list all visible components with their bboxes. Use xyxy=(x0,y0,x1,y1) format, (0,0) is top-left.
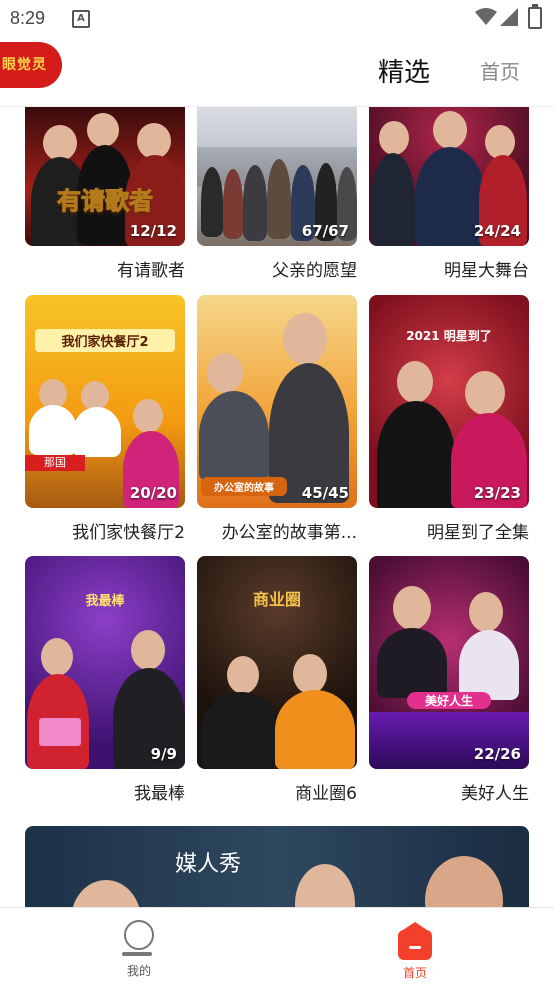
video-title: 美好人生 xyxy=(461,784,529,804)
video-title: 明星大舞台 xyxy=(444,261,529,281)
poster-art-text: 有请歌者 xyxy=(57,187,154,216)
actor-figure xyxy=(207,353,243,393)
host-figure xyxy=(397,361,433,403)
video-card[interactable]: 24/24 明星大舞台 xyxy=(369,107,529,281)
nav-item-me[interactable]: 我的 xyxy=(99,920,179,979)
host-figure xyxy=(469,592,503,632)
cast-figure xyxy=(223,169,243,239)
episode-count: 24/24 xyxy=(473,222,521,240)
nav-label-me: 我的 xyxy=(126,964,151,978)
episode-count: 67/67 xyxy=(301,222,349,240)
video-title: 商业圈6 xyxy=(295,784,357,804)
actress-figure xyxy=(283,313,327,365)
content-grid: 有请歌者 12/12 有请歌者 67/67 父亲的愿望 24/24 明星大舞台 … xyxy=(0,107,554,907)
video-title: 父亲的愿望 xyxy=(272,261,357,281)
video-card[interactable]: 我最棒 9/9 我最棒 xyxy=(25,556,185,804)
video-card[interactable]: 我们家快餐厅2 那国 20/20 我们家快餐厅2 xyxy=(25,295,185,543)
video-poster: 我们家快餐厅2 那国 20/20 xyxy=(25,295,185,508)
actor-figure xyxy=(199,391,269,481)
video-poster: 办公室的故事 45/45 xyxy=(197,295,357,508)
app-logo[interactable]: 眼觉灵 xyxy=(0,42,62,88)
host-figure xyxy=(433,111,467,149)
episode-count: 9/9 xyxy=(150,745,177,763)
video-card[interactable]: 美好人生 22/26 美好人生 xyxy=(369,556,529,804)
episode-count: 20/20 xyxy=(129,484,177,502)
host-figure xyxy=(393,586,431,630)
poster-art-text: 我最棒 xyxy=(85,594,125,609)
host-figure xyxy=(379,121,409,155)
profile-icon xyxy=(122,920,154,956)
performer-figure xyxy=(43,125,77,161)
nav-item-home[interactable]: 首页 xyxy=(375,920,455,981)
status-time: 8:29 xyxy=(10,8,46,28)
host-figure xyxy=(293,654,327,694)
poster-art-text: 商业圈 xyxy=(252,590,301,609)
host-figure xyxy=(377,628,447,698)
host-figure xyxy=(371,153,415,246)
video-poster: 24/24 xyxy=(369,107,529,246)
home-icon xyxy=(398,922,432,960)
video-poster: 美好人生 22/26 xyxy=(369,556,529,769)
video-card[interactable]: 办公室的故事 45/45 办公室的故事第... xyxy=(197,295,357,543)
video-title: 我们家快餐厅2 xyxy=(72,523,185,543)
host-figure xyxy=(201,692,281,769)
video-title: 办公室的故事第... xyxy=(221,523,357,543)
host-figure xyxy=(485,125,515,159)
host-figure xyxy=(41,638,73,676)
cast-figure xyxy=(201,167,223,237)
host-figure xyxy=(465,371,505,415)
video-poster: 商业圈 xyxy=(197,556,357,769)
video-card[interactable]: 有请歌者 12/12 有请歌者 xyxy=(25,107,185,281)
banner-title: 媒人秀 xyxy=(175,852,242,877)
poster-art-text: 办公室的故事 xyxy=(201,477,287,496)
chef-figure xyxy=(73,407,121,457)
wifi-icon xyxy=(475,8,497,25)
host-figure xyxy=(377,401,455,508)
cast-figure xyxy=(267,159,291,239)
video-title: 我最棒 xyxy=(134,784,185,804)
poster-art-text: 我们家快餐厅2 xyxy=(35,329,175,352)
cellular-signal-icon xyxy=(500,8,518,26)
notification-icon: A xyxy=(72,10,90,28)
banner-figure xyxy=(71,880,141,907)
video-poster: 有请歌者 12/12 xyxy=(25,107,185,246)
host-figure xyxy=(275,690,355,769)
video-card[interactable]: 67/67 父亲的愿望 xyxy=(197,107,357,281)
chef-figure xyxy=(29,405,77,455)
featured-banner[interactable]: 媒人秀 xyxy=(25,826,529,907)
poster-art-text: 美好人生 xyxy=(407,692,491,709)
host-figure xyxy=(459,630,519,700)
episode-count: 22/26 xyxy=(473,745,521,763)
video-title: 明星到了全集 xyxy=(427,523,529,543)
banner-figure xyxy=(295,864,355,907)
battery-icon xyxy=(528,4,542,29)
host-figure xyxy=(227,656,259,694)
video-card[interactable]: 2021 明星到了 23/23 明星到了全集 xyxy=(369,295,529,543)
video-card[interactable]: 商业圈 商业圈6 xyxy=(197,556,357,804)
tab-featured[interactable]: 精选 xyxy=(378,52,430,89)
tab-home[interactable]: 首页 xyxy=(480,56,520,85)
episode-count: 45/45 xyxy=(301,484,349,502)
status-bar: 8:29 A xyxy=(0,0,554,38)
performer-figure xyxy=(137,123,171,159)
nav-label-home: 首页 xyxy=(402,966,427,980)
video-poster: 2021 明星到了 23/23 xyxy=(369,295,529,508)
host-figure xyxy=(131,630,165,670)
bottom-nav: 我的 首页 xyxy=(0,907,554,986)
poster-art-text: 2021 明星到了 xyxy=(406,329,492,343)
episode-count: 12/12 xyxy=(129,222,177,240)
video-poster: 我最棒 9/9 xyxy=(25,556,185,769)
video-title: 有请歌者 xyxy=(117,261,185,281)
actress-figure xyxy=(133,399,163,433)
video-poster: 67/67 xyxy=(197,107,357,246)
app-header: 眼觉灵 精选 首页 xyxy=(0,38,554,107)
performer-figure xyxy=(87,113,119,147)
cast-figure xyxy=(243,165,267,241)
banner-figure xyxy=(425,856,503,907)
episode-count: 23/23 xyxy=(473,484,521,502)
